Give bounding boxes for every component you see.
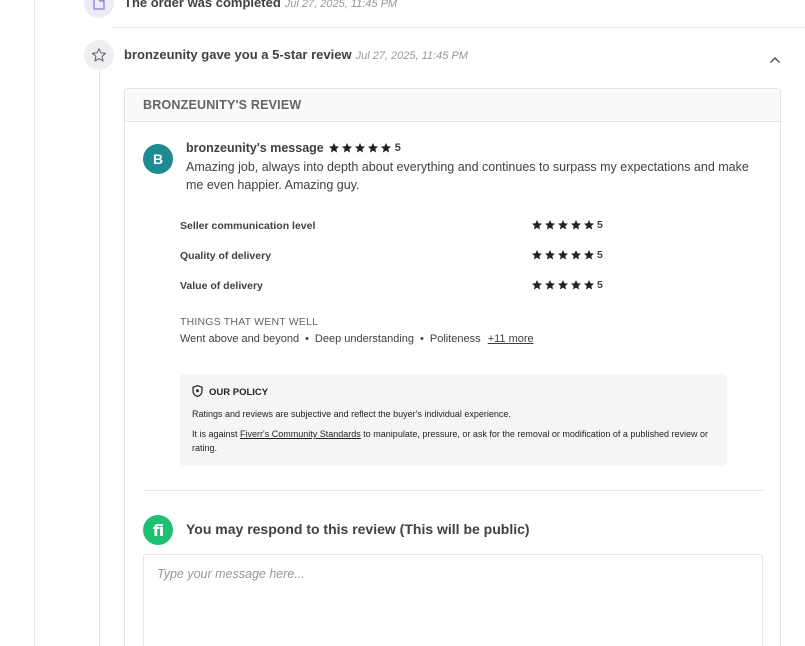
stars-group <box>531 249 595 261</box>
rating-stars: 5 <box>531 279 603 291</box>
star-icon <box>380 143 391 153</box>
thing-item: Deep understanding <box>314 333 414 345</box>
rating-stars: 5 <box>531 219 603 231</box>
section-divider <box>143 490 763 491</box>
star-icon <box>545 220 555 230</box>
event-date: Jul 27, 2025, 11:45 PM <box>284 0 398 10</box>
avatar: B <box>143 144 173 174</box>
star-icon <box>571 280 581 290</box>
rating-label: Value of delivery <box>180 280 263 292</box>
star-icon <box>558 250 568 260</box>
overall-stars <box>328 142 392 154</box>
rating-row-quality: Quality of delivery 5 <box>180 249 620 266</box>
event-text: The order was completed <box>124 0 281 10</box>
star-icon <box>571 250 581 260</box>
policy-line-2: It is against Fiverr's Community Standar… <box>192 427 715 455</box>
review-message-title: bronzeunity's message 5 <box>186 141 401 155</box>
policy-title: OUR POLICY <box>209 387 269 398</box>
star-outline-icon <box>84 40 114 70</box>
review-card-header: BRONZEUNITY'S REVIEW <box>125 89 780 122</box>
community-standards-link[interactable]: Fiverr's Community Standards <box>240 429 361 439</box>
star-icon <box>367 143 378 153</box>
review-message-body: Amazing job, always into depth about eve… <box>186 160 749 192</box>
star-icon <box>545 280 555 290</box>
policy-text: It is against <box>192 429 241 439</box>
star-icon <box>558 280 568 290</box>
things-went-well-list: Went above and beyond • Deep understanding… <box>180 333 534 345</box>
star-icon <box>545 250 555 260</box>
stars-group <box>531 219 595 231</box>
rating-value: 5 <box>597 279 603 291</box>
rating-label: Quality of delivery <box>180 250 272 262</box>
star-icon <box>571 220 581 230</box>
review-card: BRONZEUNITY'S REVIEW B bronzeunity's mes… <box>124 88 781 646</box>
thing-item: Went above and beyond <box>180 333 300 345</box>
star-icon <box>558 220 568 230</box>
policy-box: OUR POLICY Ratings and reviews are subje… <box>180 374 727 466</box>
rating-row-value: Value of delivery 5 <box>180 279 620 296</box>
overall-rating-value: 5 <box>394 142 401 154</box>
respond-title: You may respond to this review (This wil… <box>186 521 530 537</box>
star-icon <box>532 280 542 290</box>
timeline-rail-outer <box>34 0 35 646</box>
star-icon <box>584 250 594 260</box>
rating-value: 5 <box>597 249 603 261</box>
chevron-up-icon[interactable] <box>769 52 781 70</box>
rating-value: 5 <box>597 219 603 231</box>
rating-stars: 5 <box>531 249 603 261</box>
star-icon <box>354 143 365 153</box>
things-more-link[interactable]: +11 more <box>488 333 534 345</box>
response-message-input[interactable] <box>143 554 763 646</box>
things-went-well-title: THINGS THAT WENT WELL <box>180 316 319 328</box>
event-review-received: bronzeunity gave you a 5-star review Jul … <box>124 47 468 62</box>
message-title-text: bronzeunity's message <box>186 141 324 155</box>
timeline-rail-inner <box>99 68 100 646</box>
rating-label: Seller communication level <box>180 220 316 232</box>
shield-icon <box>192 384 203 400</box>
event-text: bronzeunity gave you a 5-star review <box>124 47 352 62</box>
stars-group <box>531 279 595 291</box>
document-icon <box>84 0 114 18</box>
star-icon <box>584 280 594 290</box>
policy-line-1: Ratings and reviews are subjective and r… <box>192 409 511 419</box>
event-date: Jul 27, 2025, 11:45 PM <box>355 50 468 62</box>
rating-row-communication: Seller communication level 5 <box>180 219 620 236</box>
star-icon <box>532 220 542 230</box>
thing-item: Politeness <box>429 333 481 345</box>
fiverr-logo: fi <box>143 515 173 545</box>
star-icon <box>532 250 542 260</box>
star-icon <box>341 143 352 153</box>
star-icon <box>584 220 594 230</box>
timeline-divider <box>113 27 805 28</box>
star-icon <box>328 143 339 153</box>
event-order-completed: The order was completed Jul 27, 2025, 11:… <box>124 0 397 10</box>
policy-header: OUR POLICY <box>192 384 715 400</box>
